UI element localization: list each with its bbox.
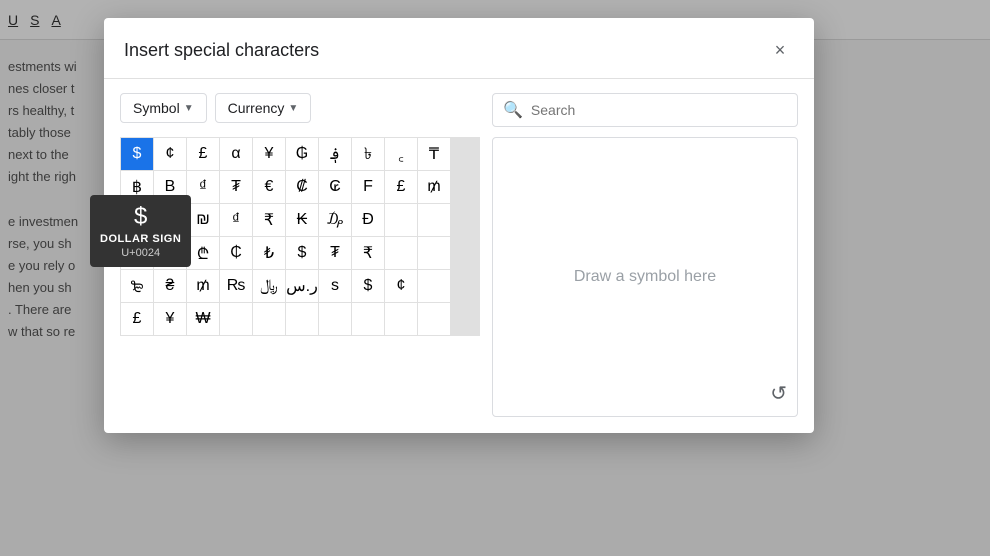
dialog-body: Symbol ▼ Currency ▼ $ ¢ £ α ¥ ₲ ؋ ৳ ꜀	[104, 79, 814, 433]
symbol-cell-yen[interactable]: ¥	[253, 138, 285, 170]
symbol-cell-shekel[interactable]: ₪	[187, 204, 219, 236]
symbol-cell-inr[interactable]: ₹	[253, 204, 285, 236]
symbol-cell-won[interactable]: ₩	[154, 204, 186, 236]
symbol-cell-empty8[interactable]	[286, 303, 318, 335]
symbol-cell-rupee3[interactable]: ₨	[220, 270, 252, 302]
symbol-cell-empty2[interactable]	[418, 204, 450, 236]
symbol-cell-c1[interactable]: ꜀	[385, 138, 417, 170]
symbol-cell-dong[interactable]: ₫	[187, 171, 219, 203]
symbol-grid: $ ¢ £ α ¥ ₲ ؋ ৳ ꜀ ₸ ฿ B ₫ ₮ € ₡ ₢ F £ ₥	[120, 137, 480, 336]
symbol-cell-kip[interactable]: ₭	[286, 204, 318, 236]
symbol-cell-won2[interactable]: ₩	[187, 303, 219, 335]
symbol-cell-dollar4[interactable]: $	[352, 270, 384, 302]
symbol-cell-empty5[interactable]	[418, 270, 450, 302]
symbol-cell-euro[interactable]: €	[253, 171, 285, 203]
symbol-cell-colon[interactable]: ₡	[286, 171, 318, 203]
symbol-cell-empty12[interactable]	[418, 303, 450, 335]
symbol-cell-dollar3[interactable]: $	[286, 237, 318, 269]
symbol-cell-b[interactable]: B	[154, 171, 186, 203]
symbol-cell-baht[interactable]: ฿	[121, 171, 153, 203]
symbol-cell-riyal[interactable]: ر.س	[286, 270, 318, 302]
right-panel: 🔍 Draw a symbol here ↺	[492, 93, 798, 417]
symbol-cell-drachma[interactable]: ₯	[319, 204, 351, 236]
symbol-cell-cent[interactable]: ¢	[154, 138, 186, 170]
symbol-cell-empty3[interactable]	[385, 237, 417, 269]
symbol-cell-pound3[interactable]: £	[121, 303, 153, 335]
symbol-cell-s[interactable]: s	[319, 270, 351, 302]
symbol-cell-cedi[interactable]: ₵	[220, 237, 252, 269]
symbol-cell-lira[interactable]: ₺	[253, 237, 285, 269]
currency-dropdown-label: Currency	[228, 100, 285, 116]
symbol-cell-tenge[interactable]: ₸	[418, 138, 450, 170]
symbol-cell-empty9[interactable]	[319, 303, 351, 335]
symbol-cell-rupee[interactable]: Rs	[121, 204, 153, 236]
symbol-cell-empty1[interactable]	[385, 204, 417, 236]
dropdowns-row: Symbol ▼ Currency ▼	[120, 93, 480, 123]
symbol-cell-franc[interactable]: F	[352, 171, 384, 203]
symbol-dropdown-arrow: ▼	[184, 103, 194, 114]
symbol-cell-afghani[interactable]: ؋	[319, 138, 351, 170]
symbol-dropdown-label: Symbol	[133, 100, 180, 116]
symbol-cell-rupee2[interactable]: ₹	[352, 237, 384, 269]
symbol-cell-pound2[interactable]: £	[385, 171, 417, 203]
symbol-cell-alpha[interactable]: α	[220, 138, 252, 170]
insert-special-characters-dialog: Insert special characters × Symbol ▼ Cur…	[104, 18, 814, 433]
symbol-cell-dong3[interactable]: Đ	[352, 204, 384, 236]
draw-area[interactable]: Draw a symbol here ↺	[492, 137, 798, 417]
dialog-title: Insert special characters	[124, 40, 319, 61]
symbol-cell-cruzeiro[interactable]: ₢	[319, 171, 351, 203]
symbol-cell-mill2[interactable]: ₥	[187, 270, 219, 302]
search-input[interactable]	[531, 102, 787, 118]
symbol-dropdown[interactable]: Symbol ▼	[120, 93, 207, 123]
symbol-cell-empty6[interactable]	[220, 303, 252, 335]
symbol-cell-c2[interactable]: ₻	[121, 270, 153, 302]
symbol-cell-hryvnia[interactable]: ₴	[154, 270, 186, 302]
search-icon: 🔍	[503, 100, 523, 120]
symbol-cell-dong2[interactable]: ₫	[220, 204, 252, 236]
symbol-cell-yen2[interactable]: ¥	[154, 303, 186, 335]
symbol-cell-lari[interactable]: ₾	[187, 237, 219, 269]
symbol-cell-dollar[interactable]: $	[121, 138, 153, 170]
dialog-header: Insert special characters ×	[104, 18, 814, 79]
symbol-cell-austral[interactable]: ₳	[154, 237, 186, 269]
symbol-cell-empty10[interactable]	[352, 303, 384, 335]
symbol-cell-pound[interactable]: £	[187, 138, 219, 170]
symbol-cell-empty11[interactable]	[385, 303, 417, 335]
symbol-cell-empty7[interactable]	[253, 303, 285, 335]
reset-button[interactable]: ↺	[770, 381, 787, 406]
draw-placeholder: Draw a symbol here	[574, 268, 716, 286]
close-button[interactable]: ×	[766, 36, 794, 64]
symbol-cell-tugrik[interactable]: ₮	[319, 237, 351, 269]
search-box: 🔍	[492, 93, 798, 127]
symbol-cell-dollar2[interactable]: ₮	[220, 171, 252, 203]
symbol-cell-rial[interactable]: ﷼	[253, 270, 285, 302]
symbol-cell-taka[interactable]: ৳	[352, 138, 384, 170]
currency-dropdown-arrow: ▼	[288, 103, 298, 114]
symbol-cell-guarani[interactable]: ₲	[286, 138, 318, 170]
left-panel: Symbol ▼ Currency ▼ $ ¢ £ α ¥ ₲ ؋ ৳ ꜀	[120, 93, 480, 417]
symbol-cell-mill[interactable]: ₥	[418, 171, 450, 203]
symbol-cell-empty4[interactable]	[418, 237, 450, 269]
symbol-cell-cent2[interactable]: ¢	[385, 270, 417, 302]
currency-dropdown[interactable]: Currency ▼	[215, 93, 312, 123]
symbol-cell-guarani2[interactable]: ₲	[121, 237, 153, 269]
